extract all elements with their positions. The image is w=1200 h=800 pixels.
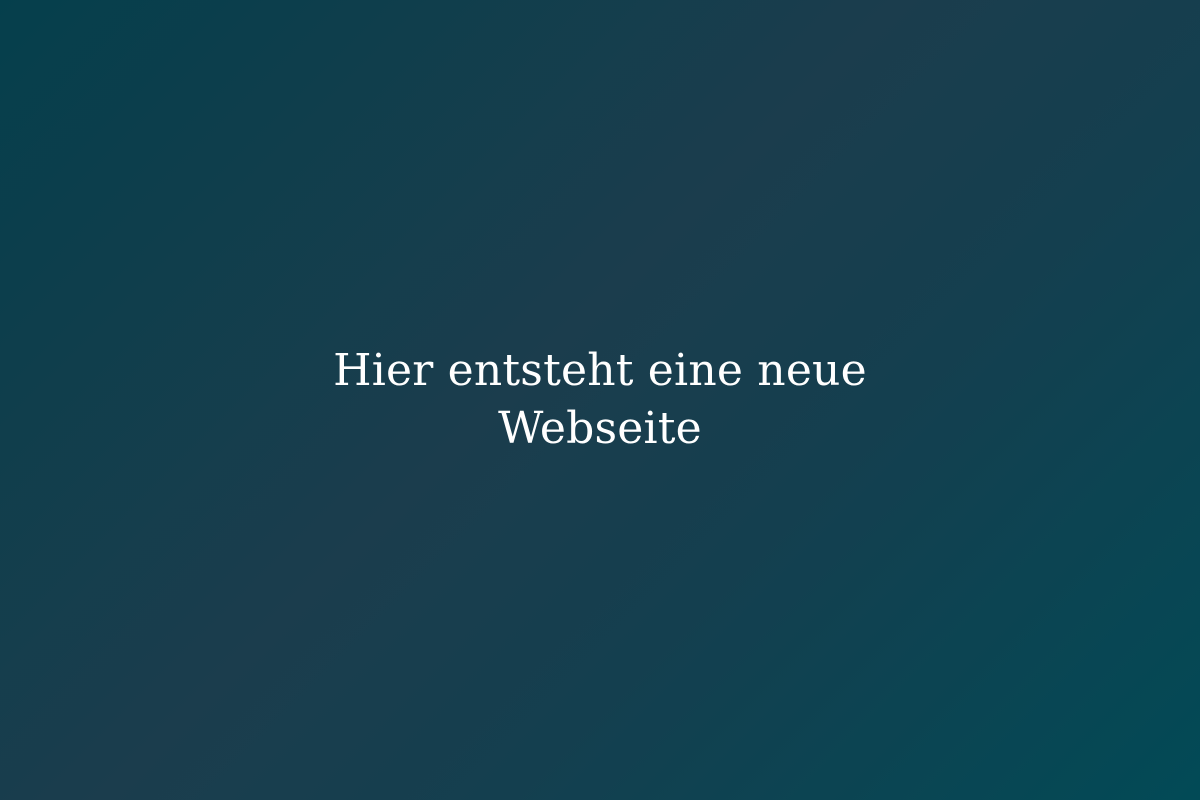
coming-soon-page: Hier entsteht eine neue Webseite xyxy=(0,0,1200,800)
coming-soon-headline: Hier entsteht eine neue Webseite xyxy=(333,345,867,454)
